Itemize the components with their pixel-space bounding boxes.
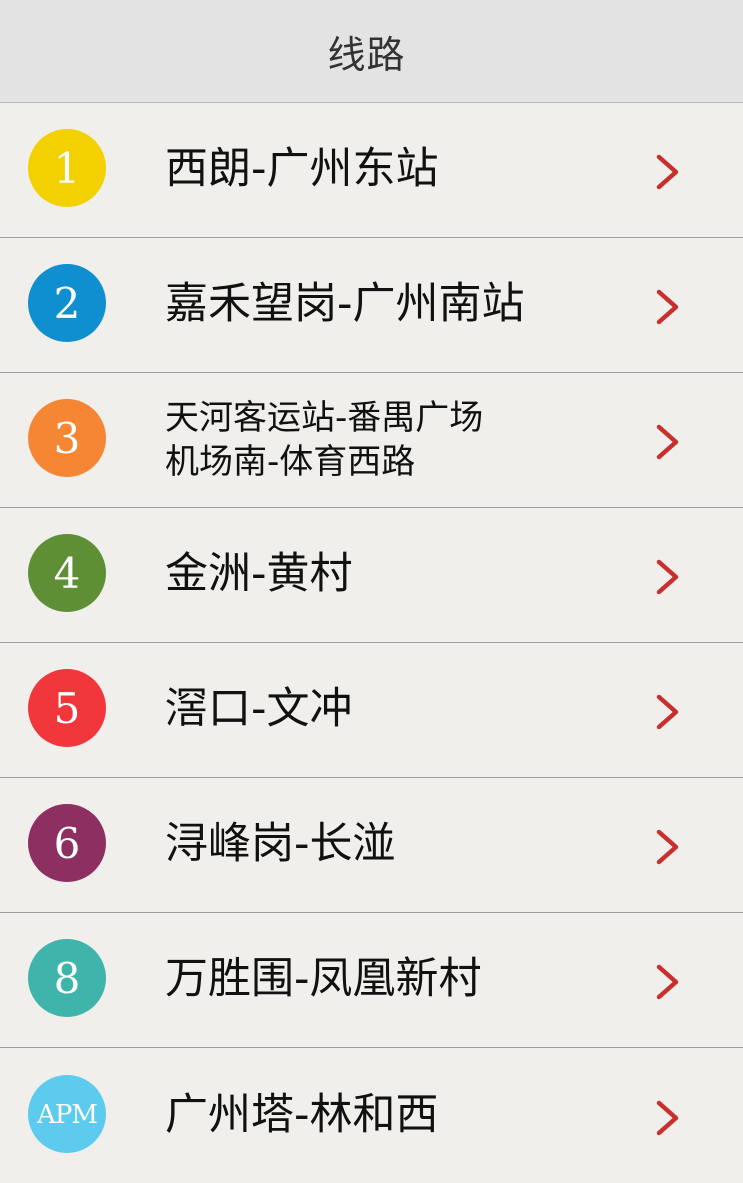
line-badge-3: 3 (28, 399, 106, 477)
line-number-2: 2 (53, 279, 81, 328)
line-row-5[interactable]: 5 滘口-文冲 (0, 643, 743, 778)
line-number-8: 8 (53, 954, 81, 1003)
line-row-4[interactable]: 4 金洲-黄村 (0, 508, 743, 643)
line-badge-2: 2 (28, 264, 106, 342)
route-name-6: 浔峰岗-长湴 (165, 819, 396, 870)
chevron-right-icon (656, 424, 679, 460)
metro-line-list: 1 西朗-广州东站 2 嘉禾望岗-广州南站 3 天河客运站-番禺广场 机场南-体… (0, 103, 743, 1183)
route-name-1: 西朗-广州东站 (165, 144, 439, 195)
line-badge-apm: APM (28, 1074, 106, 1153)
line-row-2[interactable]: 2 嘉禾望岗-广州南站 (0, 238, 743, 373)
line-badge-5: 5 (28, 669, 106, 747)
route-name-3-line-2: 机场南-体育西路 (165, 442, 416, 482)
page-title: 线路 (327, 32, 406, 77)
route-name-4: 金洲-黄村 (165, 549, 353, 600)
chevron-right-icon (656, 694, 679, 730)
route-name-2: 嘉禾望岗-广州南站 (165, 279, 525, 330)
top-bar: 线路 (0, 0, 743, 103)
line-badge-4: 4 (28, 534, 106, 612)
route-name-apm: 广州塔-林和西 (165, 1089, 439, 1140)
line-row-1[interactable]: 1 西朗-广州东站 (0, 103, 743, 238)
line-badge-6: 6 (28, 804, 106, 882)
chevron-right-icon (656, 1100, 679, 1135)
chevron-right-icon (656, 964, 679, 1000)
chevron-right-icon (656, 829, 679, 865)
line-row-8[interactable]: 8 万胜围-凤凰新村 (0, 913, 743, 1048)
line-badge-8: 8 (28, 939, 106, 1017)
chevron-right-icon (656, 559, 679, 595)
line-number-apm: APM (37, 1099, 98, 1130)
line-number-1: 1 (53, 144, 81, 193)
chevron-right-icon (656, 289, 679, 325)
route-name-5: 滘口-文冲 (165, 684, 353, 735)
route-name-8: 万胜围-凤凰新村 (165, 954, 482, 1005)
line-badge-1: 1 (28, 129, 106, 207)
route-name-3: 天河客运站-番禺广场 机场南-体育西路 (165, 396, 483, 484)
line-number-3: 3 (53, 414, 81, 463)
line-number-5: 5 (53, 684, 81, 733)
line-row-3[interactable]: 3 天河客运站-番禺广场 机场南-体育西路 (0, 373, 743, 508)
line-row-apm[interactable]: APM 广州塔-林和西 (0, 1048, 743, 1183)
chevron-right-icon (656, 154, 679, 190)
line-number-4: 4 (53, 549, 81, 598)
line-row-6[interactable]: 6 浔峰岗-长湴 (0, 778, 743, 913)
line-number-6: 6 (53, 819, 81, 868)
route-name-3-line-1: 天河客运站-番禺广场 (165, 398, 484, 438)
